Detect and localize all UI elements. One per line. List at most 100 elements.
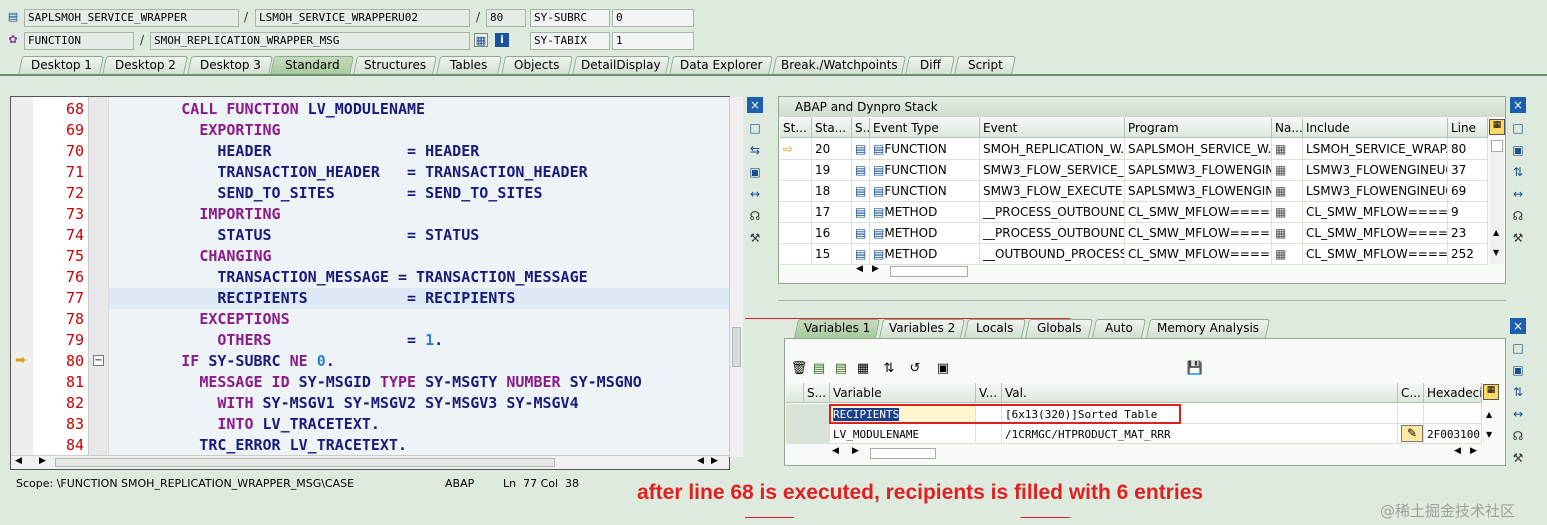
maximize-icon[interactable]: ▣ [1510, 362, 1526, 378]
stack-cell-include[interactable]: CL_SMW_MFLOW=====... [1303, 223, 1448, 244]
tab-data-explorer[interactable]: Data Explorer [668, 56, 774, 75]
maximize-icon[interactable]: ▣ [1510, 142, 1526, 158]
stack-column-header[interactable]: Include [1303, 118, 1448, 138]
function-name-field[interactable]: SMOH_REPLICATION_WRAPPER_MSG [150, 32, 470, 50]
variables-column-header[interactable]: Hexadecir [1424, 383, 1482, 403]
variables-column-header[interactable]: S... [804, 383, 830, 403]
stack-cell-etype[interactable]: ▤FUNCTION [870, 139, 980, 160]
code-area[interactable]: CALL FUNCTION LV_MODULENAME EXPORTING HE… [109, 97, 729, 457]
stack-cell-stack[interactable]: 19 [812, 160, 852, 181]
stack-vertical-scrollbar[interactable]: ▲ ▼ [1490, 140, 1504, 264]
stack-cell-marker[interactable]: ⇨ [780, 139, 812, 160]
stack-cell-event[interactable]: __PROCESS_OUTBOUND_... [980, 202, 1125, 223]
tools-icon[interactable]: ⚒ [1510, 450, 1526, 466]
stack-cell-marker[interactable] [780, 160, 812, 181]
stack-cell-event[interactable]: __PROCESS_OUTBOUND [980, 223, 1125, 244]
headset-icon[interactable]: ☊ [1510, 208, 1526, 224]
scroll-right-icon[interactable]: ▶ [872, 264, 879, 274]
stack-cell-program[interactable]: SAPLSMW3_FLOWENGIN... [1125, 160, 1272, 181]
scroll-right-icon[interactable]: ▶ [39, 456, 46, 466]
scroll-left-icon[interactable]: ◀ [856, 264, 863, 274]
stack-cell-include[interactable]: LSMW3_FLOWENGINEU0... [1303, 181, 1448, 202]
tab-standard[interactable]: Standard [269, 56, 355, 75]
stack-cell-etype[interactable]: ▤METHOD [870, 223, 980, 244]
sysfield-1-value[interactable]: 0 [612, 9, 694, 27]
tab-auto[interactable]: Auto [1091, 319, 1147, 338]
stack-cell-etype[interactable]: ▤METHOD [870, 244, 980, 265]
headset-icon[interactable]: ☊ [1510, 428, 1526, 444]
stack-column-header[interactable]: St... [780, 118, 812, 138]
code-line[interactable]: SEND_TO_SITES = SEND_TO_SITES [109, 183, 729, 204]
split-icon[interactable]: ⇅ [1510, 384, 1526, 400]
tab-desktop-1[interactable]: Desktop 1 [17, 56, 105, 75]
resize-icon[interactable]: ↔ [747, 186, 763, 202]
variables-column-header[interactable]: C... [1398, 383, 1424, 403]
save-icon[interactable]: 💾 [1186, 360, 1204, 378]
stack-cell-nav-icon[interactable]: ▦ [1272, 181, 1303, 202]
stack-cell-source-icon[interactable]: ▤ [852, 244, 870, 265]
code-line[interactable]: TRC_ERROR LV_TRACETEXT. [109, 435, 729, 456]
resize-icon[interactable]: ↔ [1510, 186, 1526, 202]
stack-cell-program[interactable]: CL_SMW_MFLOW=====... [1125, 223, 1272, 244]
stack-cell-event[interactable]: SMW3_FLOW_EXECUTE [980, 181, 1125, 202]
sysfield-2-value[interactable]: 1 [612, 32, 694, 50]
stack-cell-marker[interactable] [780, 181, 812, 202]
code-line[interactable]: CALL FUNCTION LV_MODULENAME [109, 99, 729, 120]
close-icon[interactable]: × [1510, 318, 1526, 334]
split-icon[interactable]: ⇅ [1510, 164, 1526, 180]
stack-cell-stack[interactable]: 18 [812, 181, 852, 202]
tab-desktop-2[interactable]: Desktop 2 [101, 56, 189, 75]
scroll-down-icon[interactable]: ▼ [1493, 248, 1499, 257]
stack-cell-line[interactable]: 80 [1448, 139, 1488, 160]
stack-cell-include[interactable]: CL_SMW_MFLOW=====... [1303, 244, 1448, 265]
scroll-right-icon[interactable]: ▶ [1470, 446, 1477, 456]
stack-cell-program[interactable]: CL_SMW_MFLOW=====... [1125, 202, 1272, 223]
code-line[interactable]: EXPORTING [109, 120, 729, 141]
stack-cell-line[interactable]: 37 [1448, 160, 1488, 181]
close-icon[interactable]: × [747, 97, 763, 113]
display-icon[interactable]: ▦ [474, 33, 488, 47]
stack-cell-source-icon[interactable]: ▤ [852, 181, 870, 202]
edit-pencil-icon[interactable]: ✎ [1401, 425, 1423, 442]
stack-cell-include[interactable]: LSMW3_FLOWENGINEU0... [1303, 160, 1448, 181]
tab-structures[interactable]: Structures [352, 56, 438, 75]
scroll-down-icon[interactable]: ▼ [1486, 430, 1492, 439]
stack-cell-nav-icon[interactable]: ▦ [1272, 160, 1303, 181]
close-icon[interactable]: × [1510, 97, 1526, 113]
stack-cell-stack[interactable]: 20 [812, 139, 852, 160]
breakpoint-gutter[interactable] [11, 97, 33, 457]
code-line[interactable]: CHANGING [109, 246, 729, 267]
editor-horizontal-scrollbar[interactable]: ◀ ▶ ◀ ▶ [11, 455, 729, 469]
scroll-right-icon[interactable]: ▶ [852, 446, 859, 456]
tools-icon[interactable]: ⚒ [1510, 230, 1526, 246]
stack-cell-event[interactable]: __OUTBOUND_PROCESS... [980, 244, 1125, 265]
stack-cell-etype[interactable]: ▤FUNCTION [870, 160, 980, 181]
code-line[interactable]: IMPORTING [109, 204, 729, 225]
variable-cell[interactable] [804, 424, 830, 444]
tab-breakpoints[interactable]: Break./Watchpoints [771, 56, 907, 75]
new-window-icon[interactable]: □ [747, 120, 763, 136]
stack-cell-stack[interactable]: 16 [812, 223, 852, 244]
stack-column-header[interactable]: Na... [1272, 118, 1303, 138]
new-window-icon[interactable]: □ [1510, 340, 1526, 356]
code-line[interactable]: WITH SY-MSGV1 SY-MSGV2 SY-MSGV3 SY-MSGV4 [109, 393, 729, 414]
stack-cell-include[interactable]: CL_SMW_MFLOW=====... [1303, 202, 1448, 223]
stack-cell-etype[interactable]: ▤FUNCTION [870, 181, 980, 202]
maximize-icon[interactable]: ▣ [747, 164, 763, 180]
scroll-right-icon[interactable]: ▶ [711, 456, 718, 466]
tab-detaildisplay[interactable]: DetailDisplay [571, 56, 671, 75]
stack-cell-program[interactable]: SAPLSMW3_FLOWENGIN... [1125, 181, 1272, 202]
code-line[interactable]: OTHERS = 1. [109, 330, 729, 351]
stack-cell-marker[interactable] [780, 202, 812, 223]
split-icon[interactable]: ⇆ [747, 142, 763, 158]
include-field[interactable]: LSMOH_SERVICE_WRAPPERU02 [255, 9, 470, 27]
stack-cell-source-icon[interactable]: ▤ [852, 223, 870, 244]
stack-cell-line[interactable]: 252 [1448, 244, 1488, 265]
tab-diff[interactable]: Diff [904, 56, 956, 75]
stack-cell-source-icon[interactable]: ▤ [852, 160, 870, 181]
stack-cell-marker[interactable] [780, 223, 812, 244]
variable-cell-hex[interactable] [1424, 404, 1482, 424]
stack-cell-source-icon[interactable]: ▤ [852, 139, 870, 160]
stack-cell-line[interactable]: 9 [1448, 202, 1488, 223]
tab-objects[interactable]: Objects [500, 56, 574, 75]
